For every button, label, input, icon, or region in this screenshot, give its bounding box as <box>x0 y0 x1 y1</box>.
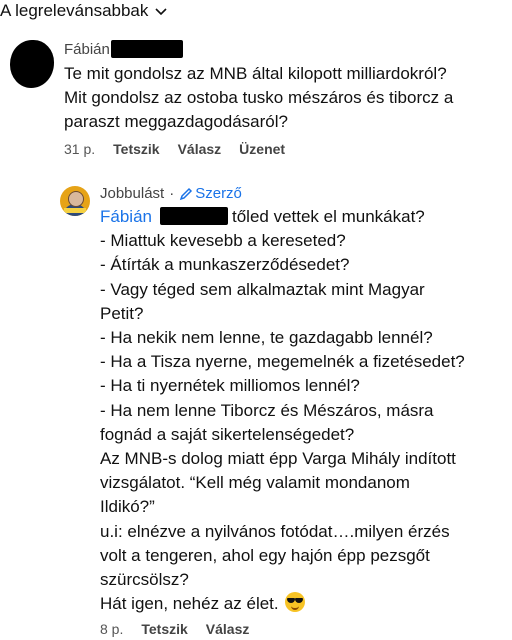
reply-text: Fábián tőled vettek el munkákat? - Miattu… <box>100 205 510 616</box>
separator: · <box>169 185 175 202</box>
reply-line: u.i: elnézve a nyilvános fotódat….milyen… <box>100 521 450 541</box>
author-badge: Szerző <box>179 185 242 202</box>
comment-author-name[interactable]: Fábián <box>64 41 110 58</box>
reply-line: - Ha ti nyernétek milliomos lennél? <box>100 376 360 396</box>
name-redaction <box>111 40 183 58</box>
reply-header: Jobbulást · Szerző <box>100 185 242 202</box>
reply-line: - Átírták a munkaszerződésedet? <box>100 255 350 275</box>
sunglasses-emoji-icon <box>285 592 306 613</box>
timestamp: 8 p. <box>100 621 124 637</box>
comment-actions: 31 p. Tetszik Válasz Üzenet <box>64 141 303 157</box>
author-badge-label: Szerző <box>195 185 242 202</box>
reply-line: Hát igen, nehéz az élet. <box>100 594 279 614</box>
avatar-head <box>68 191 84 207</box>
reply-line: - Ha a Tisza nyerne, megemelnék a fizeté… <box>100 352 465 372</box>
reply-line: Ildikó?” <box>100 497 155 517</box>
comment-line: paraszt meggazdagodásaról? <box>64 112 288 131</box>
reply-line: volt a tengeren, ahol egy hajón épp pezs… <box>100 545 430 565</box>
reply-line: Az MNB-s dolog miatt épp Varga Mihály in… <box>100 449 456 469</box>
avatar-banner <box>64 208 86 213</box>
comment-text: Te mit gondolsz az MNB által kilopott mi… <box>64 62 504 134</box>
mention-link[interactable]: Fábián <box>100 207 152 226</box>
reply-button[interactable]: Válasz <box>178 141 222 157</box>
reply-line: - Miattuk kevesebb a kereseted? <box>100 231 346 251</box>
avatar[interactable] <box>60 186 90 216</box>
like-button[interactable]: Tetszik <box>141 621 187 637</box>
message-button[interactable]: Üzenet <box>239 141 285 157</box>
reply-line: szürcsölsz? <box>100 570 189 590</box>
reply-line: fognád a saját sikertelenségedet? <box>100 424 355 444</box>
timestamp: 31 p. <box>64 141 96 157</box>
name-redaction <box>159 207 228 225</box>
reply-line: - Ha nem lenne Tiborcz és Mészáros, másr… <box>100 400 434 420</box>
sort-dropdown[interactable]: A legrelevánsabbak <box>0 1 168 21</box>
chevron-down-icon <box>155 8 167 16</box>
reply-actions: 8 p. Tetszik Válasz <box>100 621 267 637</box>
like-button[interactable]: Tetszik <box>113 141 159 157</box>
pencil-icon <box>180 187 193 200</box>
reply-line: vizsgálatot. “Kell még valamit mondanom <box>100 473 410 493</box>
reply-line: Petit? <box>100 303 144 323</box>
reply-last-line: Hát igen, nehéz az élet. <box>100 592 510 616</box>
reply-author-name[interactable]: Jobbulást <box>100 185 164 202</box>
reply-line: - Ha nekik nem lenne, te gazdagabb lenné… <box>100 328 433 348</box>
comment-line: Mit gondolsz az ostoba tusko mészáros és… <box>64 88 454 107</box>
reply-button[interactable]: Válasz <box>206 621 250 637</box>
reply-first-line: Fábián tőled vettek el munkákat? <box>100 205 510 229</box>
sort-label: A legrelevánsabbak <box>0 1 149 20</box>
reply-line: - Vagy téged sem alkalmaztak mint Magyar <box>100 279 425 299</box>
reply-line: tőled vettek el munkákat? <box>231 207 425 226</box>
comment-line: Te mit gondolsz az MNB által kilopott mi… <box>64 64 447 83</box>
avatar-redacted <box>10 40 54 88</box>
